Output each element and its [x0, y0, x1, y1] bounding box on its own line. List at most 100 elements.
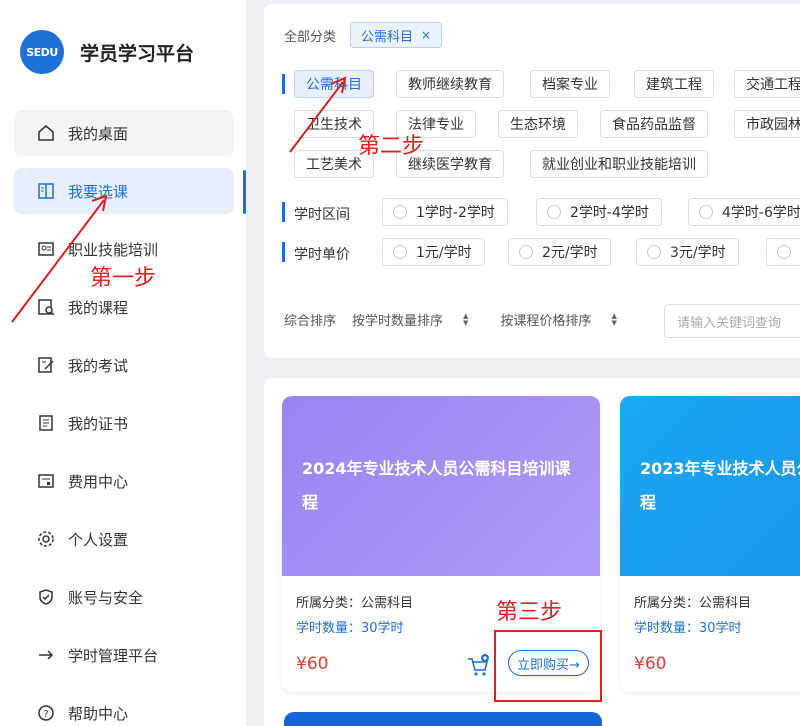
sidebar-item-label: 职业技能培训 [68, 240, 159, 259]
category-chip[interactable]: 生态环境 [498, 110, 578, 138]
course-title: 2024年专业技术人员公需科目培训课程 [302, 459, 571, 512]
sidebar-item-label: 学时管理平台 [68, 646, 159, 665]
sort-row: 综合排序 按学时数量排序 ▲ ▼ 按课程价格排序 ▲ ▼ [284, 310, 649, 329]
hours-option-label: 2学时-4学时 [570, 205, 649, 221]
sidebar: SEDU 学员学习平台 我的桌面 我要选课 职业技能培训 我的课程 我的考试 我… [0, 0, 246, 726]
brand-title: 学员学习平台 [80, 42, 195, 65]
sidebar-item-label: 帮助中心 [68, 704, 129, 723]
category-chip[interactable]: 教师继续教育 [396, 70, 504, 98]
sort-arrows-icon: ▲ ▼ [463, 311, 469, 327]
sort-by-hours[interactable]: 按学时数量排序 ▲ ▼ [352, 310, 484, 329]
annotation-step2: 第二步 [358, 134, 425, 159]
active-indicator [243, 170, 246, 214]
arrow-right-icon [36, 645, 56, 665]
annotation-highlight-box [494, 630, 602, 702]
sort-by-hours-label: 按学时数量排序 [352, 314, 444, 329]
selected-filter-label: 公需科目 [361, 29, 414, 45]
brand: SEDU 学员学习平台 [20, 30, 194, 74]
radio-icon [777, 245, 791, 259]
certificate-icon [36, 413, 56, 433]
category-chip[interactable]: 就业创业和职业技能培训 [530, 150, 708, 178]
course-hours: 学时数量：30学时 [634, 621, 742, 636]
course-title: 2023年专业技术人员公需科目培训课程 [640, 459, 800, 512]
sidebar-item-help[interactable]: ? 帮助中心 [14, 690, 234, 726]
annotation-step1: 第一步 [90, 266, 157, 291]
course-cover: 2023年专业技术人员公需科目培训课程 [620, 396, 800, 576]
sidebar-item-desktop[interactable]: 我的桌面 [14, 110, 234, 156]
course-card-partial [284, 712, 602, 726]
category-chip[interactable]: 交通工程 [734, 70, 800, 98]
brand-logo: SEDU [20, 30, 64, 74]
course-meta: 所属分类：公需科目 学时数量：30学时 [620, 576, 800, 636]
filter-panel: 全部分类 公需科目 × 公需科目 教师继续教育 档案专业 建筑工程 交通工程 卫… [264, 4, 800, 358]
sidebar-item-label: 账号与安全 [68, 588, 144, 607]
radio-icon [393, 245, 407, 259]
home-icon [36, 123, 56, 143]
all-category-row: 全部分类 公需科目 × [284, 22, 443, 48]
exam-edit-icon [36, 355, 56, 375]
radio-icon [547, 205, 561, 219]
sidebar-item-select-course[interactable]: 我要选课 [14, 168, 234, 214]
add-to-cart-icon[interactable] [466, 654, 490, 678]
price-option[interactable]: 3元/学时 [636, 238, 739, 266]
gear-icon [36, 529, 56, 549]
annotation-step3: 第三步 [496, 600, 563, 625]
all-category-label: 全部分类 [284, 29, 337, 45]
price-option[interactable] [766, 238, 800, 266]
book-open-icon [36, 181, 56, 201]
radio-icon [519, 245, 533, 259]
unit-price-label: 学时单价 [294, 247, 350, 263]
category-chip[interactable]: 档案专业 [530, 70, 610, 98]
category-chip[interactable]: 建筑工程 [634, 70, 714, 98]
radio-icon [647, 245, 661, 259]
price-row-marker [282, 242, 285, 262]
sidebar-item-my-certificates[interactable]: 我的证书 [14, 400, 234, 446]
sidebar-item-hours-platform[interactable]: 学时管理平台 [14, 632, 234, 678]
sidebar-item-account-security[interactable]: 账号与安全 [14, 574, 234, 620]
hours-option[interactable]: 2学时-4学时 [536, 198, 662, 226]
course-price: ¥60 [296, 654, 329, 674]
radio-icon [699, 205, 713, 219]
selected-filter-chip[interactable]: 公需科目 × [350, 22, 443, 48]
sort-arrows-icon: ▲ ▼ [611, 311, 617, 327]
price-option-label: 1元/学时 [416, 245, 472, 261]
course-cover: 2024年专业技术人员公需科目培训课程 [282, 396, 600, 576]
sidebar-item-label: 我的课程 [68, 298, 129, 317]
category-chip[interactable]: 食品药品监督 [600, 110, 708, 138]
billing-icon [36, 471, 56, 491]
sort-default[interactable]: 综合排序 [284, 310, 336, 329]
hours-option[interactable]: 4学时-6学时 [688, 198, 800, 226]
category-chip[interactable]: 市政园林 [734, 110, 800, 138]
sort-by-price-label: 按课程价格排序 [500, 314, 592, 329]
close-icon[interactable]: × [421, 28, 431, 42]
sort-by-price[interactable]: 按课程价格排序 ▲ ▼ [500, 310, 632, 329]
price-option[interactable]: 2元/学时 [508, 238, 611, 266]
svg-text:?: ? [43, 709, 48, 720]
category-row-marker [282, 74, 285, 94]
course-price: ¥60 [634, 654, 667, 674]
sidebar-item-label: 费用中心 [68, 472, 129, 491]
sidebar-item-label: 我的证书 [68, 414, 129, 433]
category-chip[interactable]: 公需科目 [294, 70, 374, 98]
sidebar-item-label: 个人设置 [68, 530, 129, 549]
sidebar-item-label: 我的桌面 [68, 124, 129, 143]
sidebar-item-label: 我要选课 [68, 182, 129, 201]
sidebar-item-billing[interactable]: 费用中心 [14, 458, 234, 504]
id-card-icon [36, 239, 56, 259]
search-input[interactable]: 请输入关键词查询 [664, 304, 800, 338]
radio-icon [393, 205, 407, 219]
price-option-label: 2元/学时 [542, 245, 598, 261]
sidebar-item-label: 我的考试 [68, 356, 129, 375]
course-category: 所属分类：公需科目 [634, 596, 752, 611]
hours-row-marker [282, 202, 285, 222]
hours-option-label: 1学时-2学时 [416, 205, 495, 221]
course-card[interactable]: 2023年专业技术人员公需科目培训课程 所属分类：公需科目 学时数量：30学时 … [620, 396, 800, 692]
hours-option-label: 4学时-6学时 [722, 205, 800, 221]
hours-option[interactable]: 1学时-2学时 [382, 198, 508, 226]
sidebar-item-my-exams[interactable]: 我的考试 [14, 342, 234, 388]
help-circle-icon: ? [36, 703, 56, 723]
price-option[interactable]: 1元/学时 [382, 238, 485, 266]
sidebar-item-settings[interactable]: 个人设置 [14, 516, 234, 562]
shield-check-icon [36, 587, 56, 607]
hours-range-label: 学时区间 [294, 207, 350, 223]
